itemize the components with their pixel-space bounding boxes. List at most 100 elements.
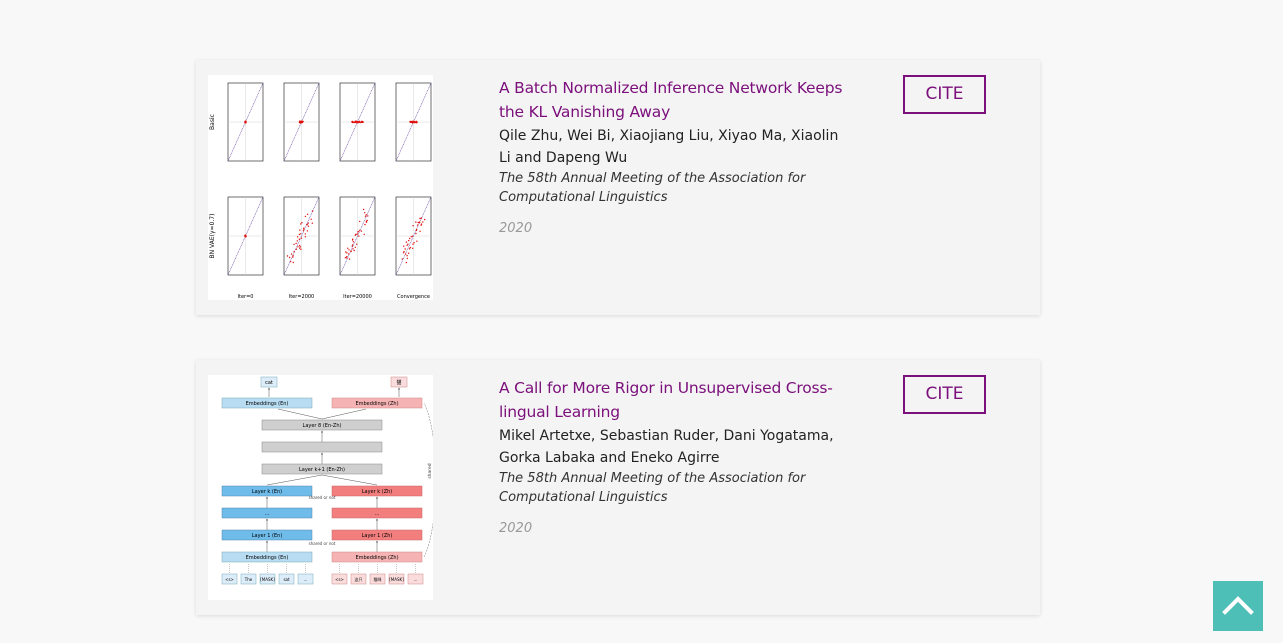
scatter-point bbox=[344, 257, 347, 259]
fig-shared-or-not-1: shared or not bbox=[309, 495, 336, 500]
figure-token: <s> bbox=[335, 577, 344, 582]
fig-dots-en: ... bbox=[265, 511, 270, 517]
fig-layer-k-en: Layer k (En) bbox=[252, 489, 282, 495]
scatter-point bbox=[362, 208, 365, 211]
scatter-point bbox=[402, 252, 405, 254]
scatter-point bbox=[352, 244, 354, 246]
scatter-panel bbox=[227, 82, 264, 162]
cite-button[interactable]: CITE bbox=[903, 375, 986, 414]
scatter-point bbox=[416, 224, 419, 226]
scatter-point bbox=[424, 218, 426, 221]
scatter-point bbox=[245, 121, 247, 123]
scatter-point bbox=[412, 247, 414, 249]
scatter-point bbox=[348, 258, 351, 260]
scatter-point bbox=[420, 217, 422, 219]
scatter-point bbox=[363, 233, 365, 236]
fig-layer-1-zh: Layer 1 (Zh) bbox=[362, 533, 393, 539]
scatter-panel bbox=[395, 82, 432, 162]
scatter-point bbox=[244, 235, 246, 237]
scatter-point bbox=[297, 246, 299, 248]
paper-thumbnail[interactable]: cat 猫 Embeddings (En) Embeddings (Zh) La… bbox=[208, 375, 437, 600]
scatter-point bbox=[311, 222, 313, 224]
scatter-point bbox=[408, 252, 410, 254]
scatter-point bbox=[411, 235, 414, 237]
scatter-point bbox=[412, 225, 414, 227]
scatter-point bbox=[358, 235, 360, 237]
scatter-point bbox=[306, 230, 309, 232]
paper-title[interactable]: A Batch Normalized Inference Network Kee… bbox=[499, 76, 844, 124]
figure-token: ... bbox=[304, 577, 308, 582]
scatter-point bbox=[307, 225, 310, 227]
paper-info: A Call for More Rigor in Unsupervised Cr… bbox=[499, 376, 844, 536]
scatter-panel bbox=[395, 196, 432, 276]
scatter-point bbox=[406, 255, 408, 257]
scatter-panel bbox=[339, 82, 376, 162]
scatter-point bbox=[295, 242, 297, 245]
scatter-point bbox=[422, 221, 424, 223]
scatter-point bbox=[356, 243, 358, 245]
scatter-point bbox=[299, 247, 301, 249]
scatter-point bbox=[303, 228, 305, 230]
scatter-point bbox=[352, 241, 355, 243]
paper-title[interactable]: A Call for More Rigor in Unsupervised Cr… bbox=[499, 376, 844, 424]
scatter-point bbox=[346, 257, 348, 259]
paper-thumbnail[interactable]: Basic BN VAE(γ=0.7) Iter=0 Iter=2000 Iter=20… bbox=[208, 75, 433, 300]
scatter-point bbox=[403, 250, 405, 253]
scatter-point bbox=[296, 236, 299, 238]
scatter-point bbox=[302, 230, 305, 232]
scatter-point bbox=[351, 121, 353, 124]
fig-shared: shared bbox=[427, 463, 433, 478]
scatter-point bbox=[415, 229, 418, 232]
fig-shared-or-not-2: shared or not bbox=[309, 541, 336, 546]
scatter-point bbox=[407, 243, 409, 245]
scatter-point bbox=[408, 239, 410, 242]
fig-emb-bot-zh: Embeddings (Zh) bbox=[355, 555, 398, 561]
fig-emb-top-en: Embeddings (En) bbox=[246, 401, 289, 407]
scatter-point bbox=[354, 246, 356, 248]
scatter-point bbox=[289, 260, 292, 263]
paper-year: 2020 bbox=[499, 221, 533, 236]
scatter-point bbox=[293, 243, 295, 246]
scatter-point bbox=[404, 253, 407, 255]
scatter-panel bbox=[283, 82, 320, 162]
cite-button[interactable]: CITE bbox=[903, 75, 986, 114]
publication-card: cat 猫 Embeddings (En) Embeddings (Zh) La… bbox=[196, 360, 1040, 615]
fig-tokens-en: <s> The [MASK] sat... bbox=[221, 564, 314, 585]
paper-venue: The 58th Annual Meeting of the Associati… bbox=[499, 471, 806, 505]
scatter-point bbox=[410, 121, 413, 123]
kl-scatter-figure: Basic BN VAE(γ=0.7) Iter=0 Iter=2000 Iter=20… bbox=[209, 82, 432, 300]
scatter-point bbox=[307, 222, 309, 224]
fig-output-zh: 猫 bbox=[396, 379, 401, 386]
scatter-point bbox=[293, 251, 295, 253]
scatter-point bbox=[355, 233, 357, 236]
scatter-point bbox=[415, 232, 417, 235]
scatter-point bbox=[419, 221, 421, 223]
scatter-point bbox=[350, 250, 352, 252]
scatter-point bbox=[419, 217, 421, 220]
scatter-point bbox=[365, 220, 368, 222]
back-to-top-button[interactable] bbox=[1213, 581, 1263, 631]
scatter-point bbox=[304, 233, 306, 235]
scatter-point bbox=[403, 245, 405, 247]
fig-tokens-zh: <s> 这只 猫咪 [MASK]... bbox=[331, 564, 424, 585]
scatter-point bbox=[409, 237, 411, 240]
scatter-point bbox=[298, 121, 301, 123]
scatter-point bbox=[300, 237, 303, 239]
paper-authors: Qile Zhu, Wei Bi, Xiaojiang Liu, Xiyao M… bbox=[499, 128, 839, 166]
figure-token: ... bbox=[414, 577, 418, 582]
scatter-point bbox=[298, 238, 300, 240]
scatter-point bbox=[415, 121, 417, 123]
fig-layer-1-en: Layer 1 (En) bbox=[252, 533, 283, 539]
scatter-point bbox=[409, 246, 412, 249]
scatter-point bbox=[356, 233, 359, 235]
scatter-point bbox=[299, 229, 301, 231]
scatter-point bbox=[311, 210, 314, 212]
paper-authors: Mikel Artetxe, Sebastian Ruder, Dani Yog… bbox=[499, 428, 834, 466]
scatter-point bbox=[301, 222, 303, 224]
figure-col-label: Iter=2000 bbox=[289, 294, 314, 300]
scatter-panel bbox=[283, 196, 320, 276]
scatter-point bbox=[346, 252, 348, 254]
crosslingual-architecture-figure: cat 猫 Embeddings (En) Embeddings (Zh) La… bbox=[221, 376, 437, 585]
paper-venue: The 58th Annual Meeting of the Associati… bbox=[499, 171, 806, 205]
chevron-up-icon bbox=[1222, 596, 1254, 615]
